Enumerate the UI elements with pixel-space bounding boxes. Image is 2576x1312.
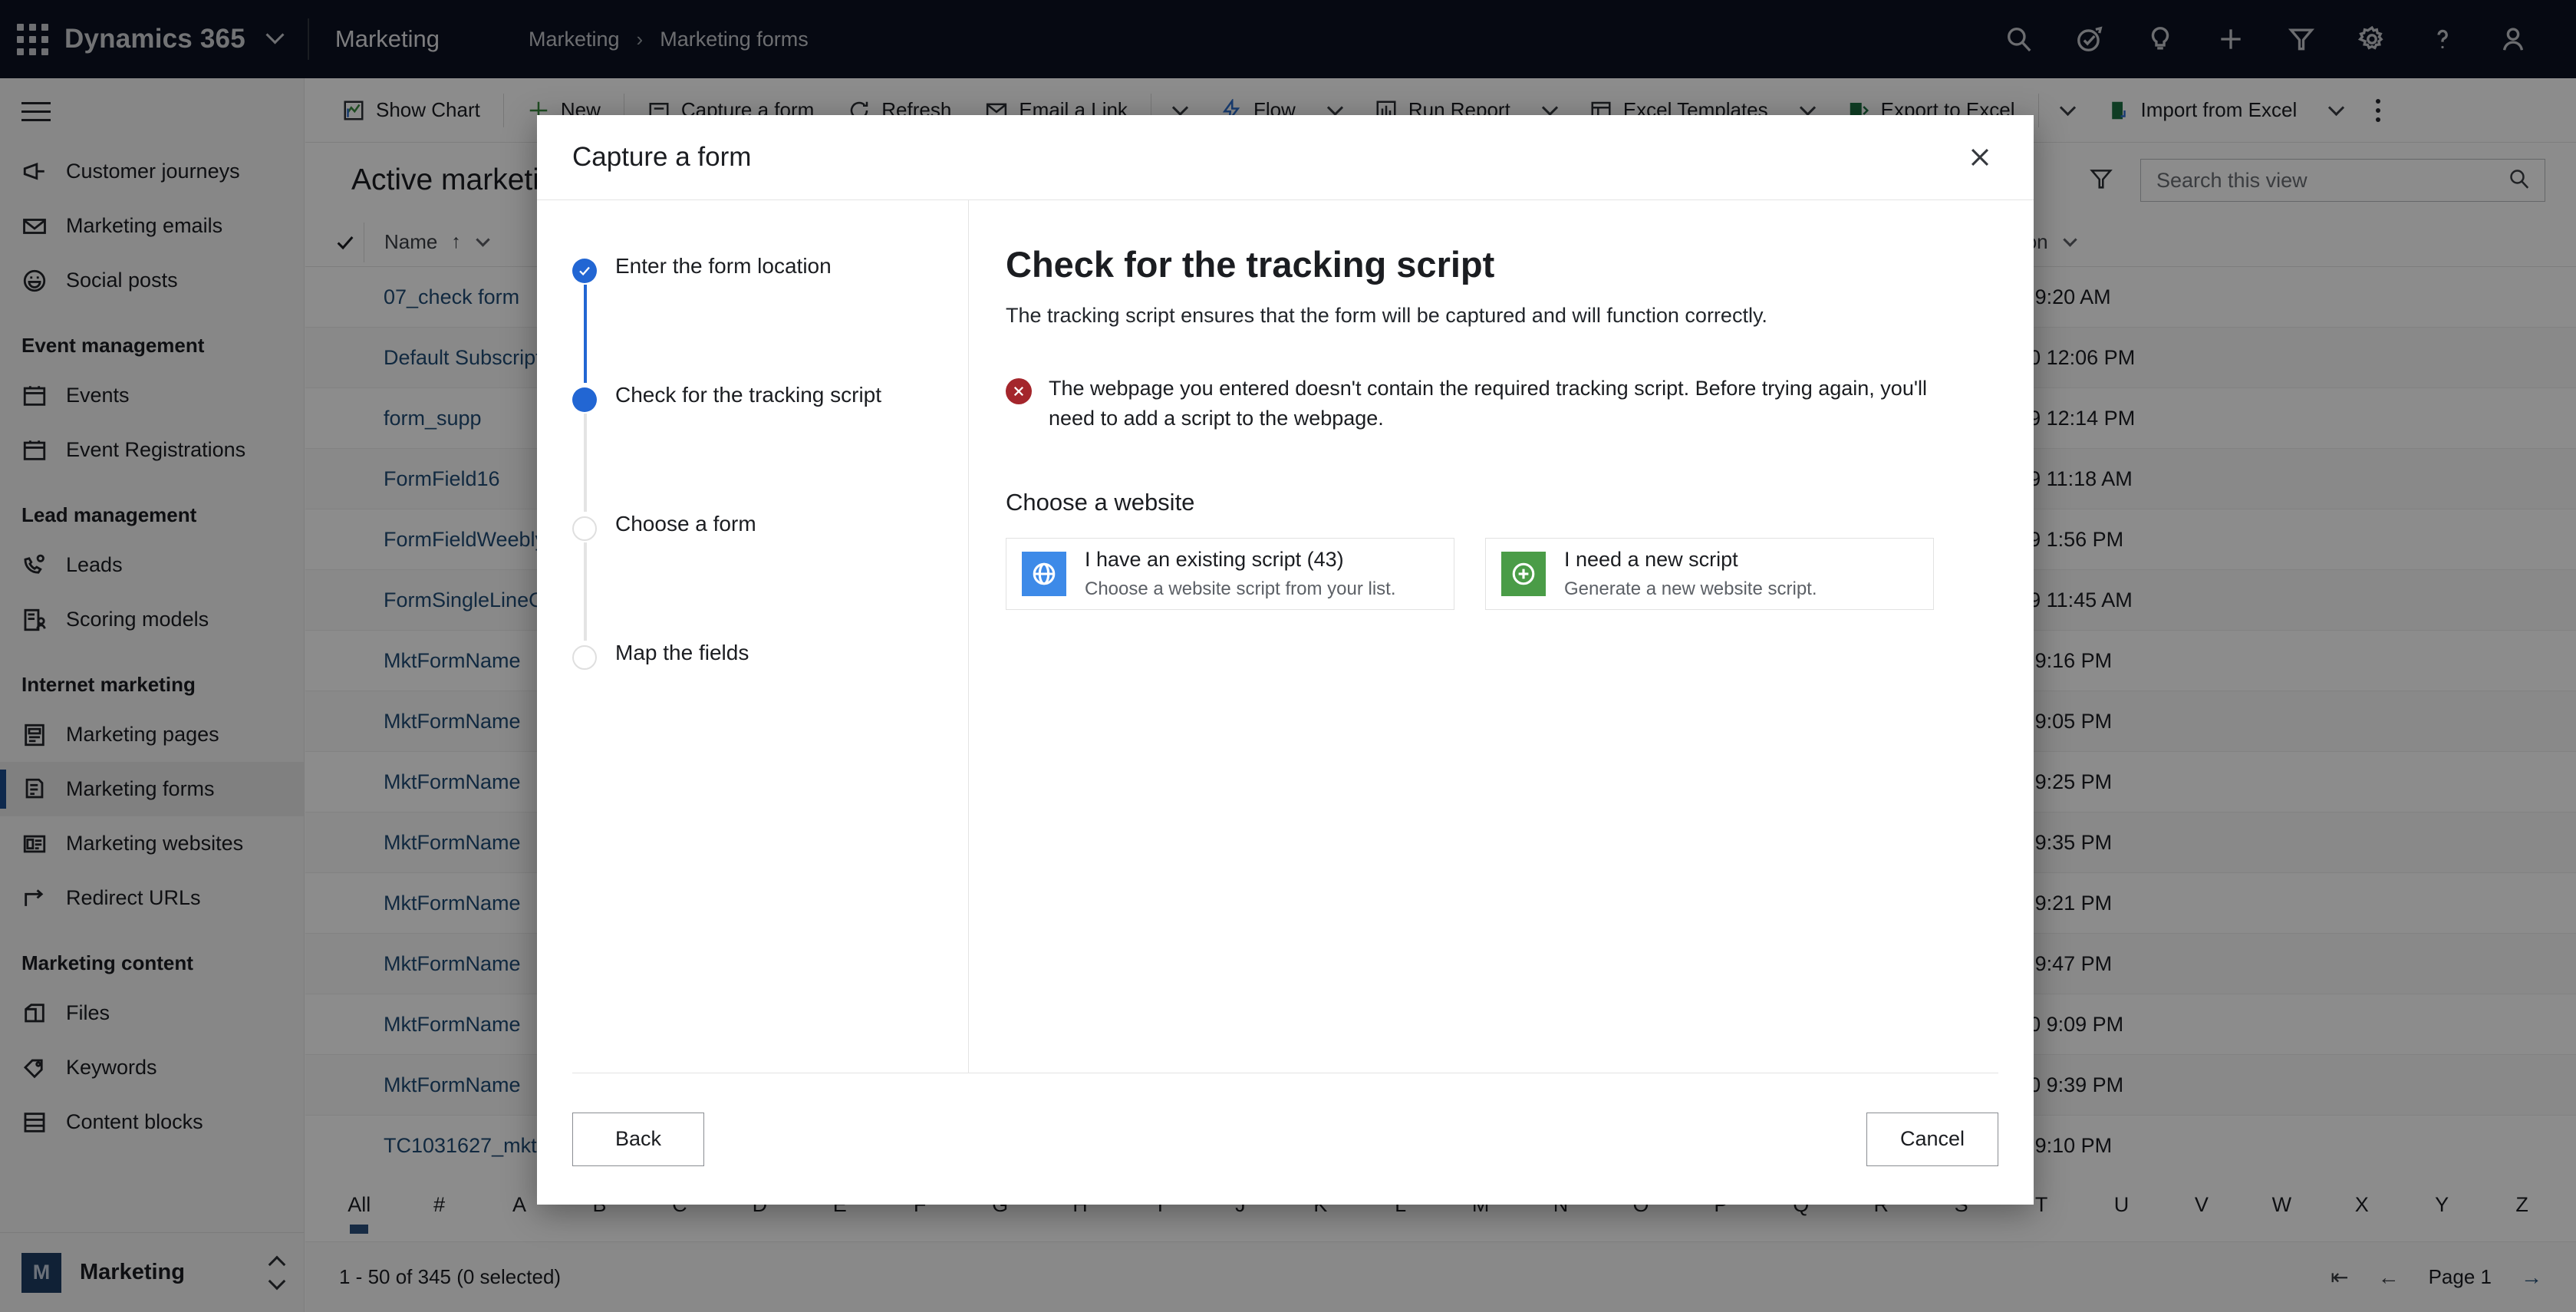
pane-heading: Check for the tracking script bbox=[1006, 244, 1495, 285]
error-text: The webpage you entered doesn't contain … bbox=[1049, 377, 1927, 430]
step-marker-done bbox=[572, 259, 597, 283]
step-label: Choose a form bbox=[615, 512, 756, 536]
dialog-title: Capture a form bbox=[572, 142, 752, 172]
website-option-cards: I have an existing script (43) Choose a … bbox=[1006, 538, 1986, 611]
card-title: I need a new script bbox=[1564, 548, 1738, 572]
card-new-script[interactable]: I need a new script Generate a new websi… bbox=[1485, 538, 1934, 611]
step-label: Check for the tracking script bbox=[615, 383, 882, 407]
wizard-steps: Enter the form location Check for the tra… bbox=[537, 200, 968, 1073]
back-button[interactable]: Back bbox=[572, 1112, 704, 1166]
choose-website-label: Choose a website bbox=[1006, 489, 1195, 516]
dialog-body: Enter the form location Check for the tra… bbox=[537, 199, 2034, 1073]
wizard-step-choose-a-form[interactable]: Choose a form bbox=[572, 512, 968, 641]
wizard-step-map-the-fields[interactable]: Map the fields bbox=[572, 641, 968, 670]
capture-a-form-dialog: Capture a form Enter the form location Ch… bbox=[537, 115, 2034, 1205]
step-marker-todo bbox=[572, 645, 597, 670]
step-label: Enter the form location bbox=[615, 254, 832, 278]
card-text: I have an existing script (43) Choose a … bbox=[1085, 548, 1395, 600]
card-text: I need a new script Generate a new websi… bbox=[1564, 548, 1817, 600]
card-title: I have an existing script (43) bbox=[1085, 548, 1344, 572]
step-marker-current bbox=[572, 387, 597, 412]
card-subtitle: Generate a new website script. bbox=[1564, 579, 1817, 600]
pane-subtitle: The tracking script ensures that the for… bbox=[1006, 304, 1767, 327]
step-marker-todo bbox=[572, 516, 597, 541]
error-icon bbox=[1006, 378, 1032, 404]
wizard-step-check-for-the-tracking-script[interactable]: Check for the tracking script bbox=[572, 383, 968, 512]
wizard-step-enter-the-form-location[interactable]: Enter the form location bbox=[572, 254, 968, 383]
cancel-button[interactable]: Cancel bbox=[1866, 1112, 1998, 1166]
card-existing-script[interactable]: I have an existing script (43) Choose a … bbox=[1006, 538, 1454, 611]
step-connector bbox=[584, 414, 587, 512]
plus-circle-icon bbox=[1501, 552, 1546, 597]
dialog-header: Capture a form bbox=[537, 115, 2034, 199]
dialog-footer: Back Cancel bbox=[572, 1073, 1998, 1205]
close-icon[interactable] bbox=[1957, 134, 2003, 180]
error-message: The webpage you entered doesn't contain … bbox=[1006, 374, 1986, 433]
step-connector bbox=[584, 542, 587, 641]
globe-icon bbox=[1022, 552, 1066, 597]
card-subtitle: Choose a website script from your list. bbox=[1085, 579, 1396, 600]
step-connector bbox=[584, 285, 587, 383]
dialog-main-pane: Check for the tracking script The tracki… bbox=[968, 200, 2034, 1073]
step-label: Map the fields bbox=[615, 641, 749, 664]
